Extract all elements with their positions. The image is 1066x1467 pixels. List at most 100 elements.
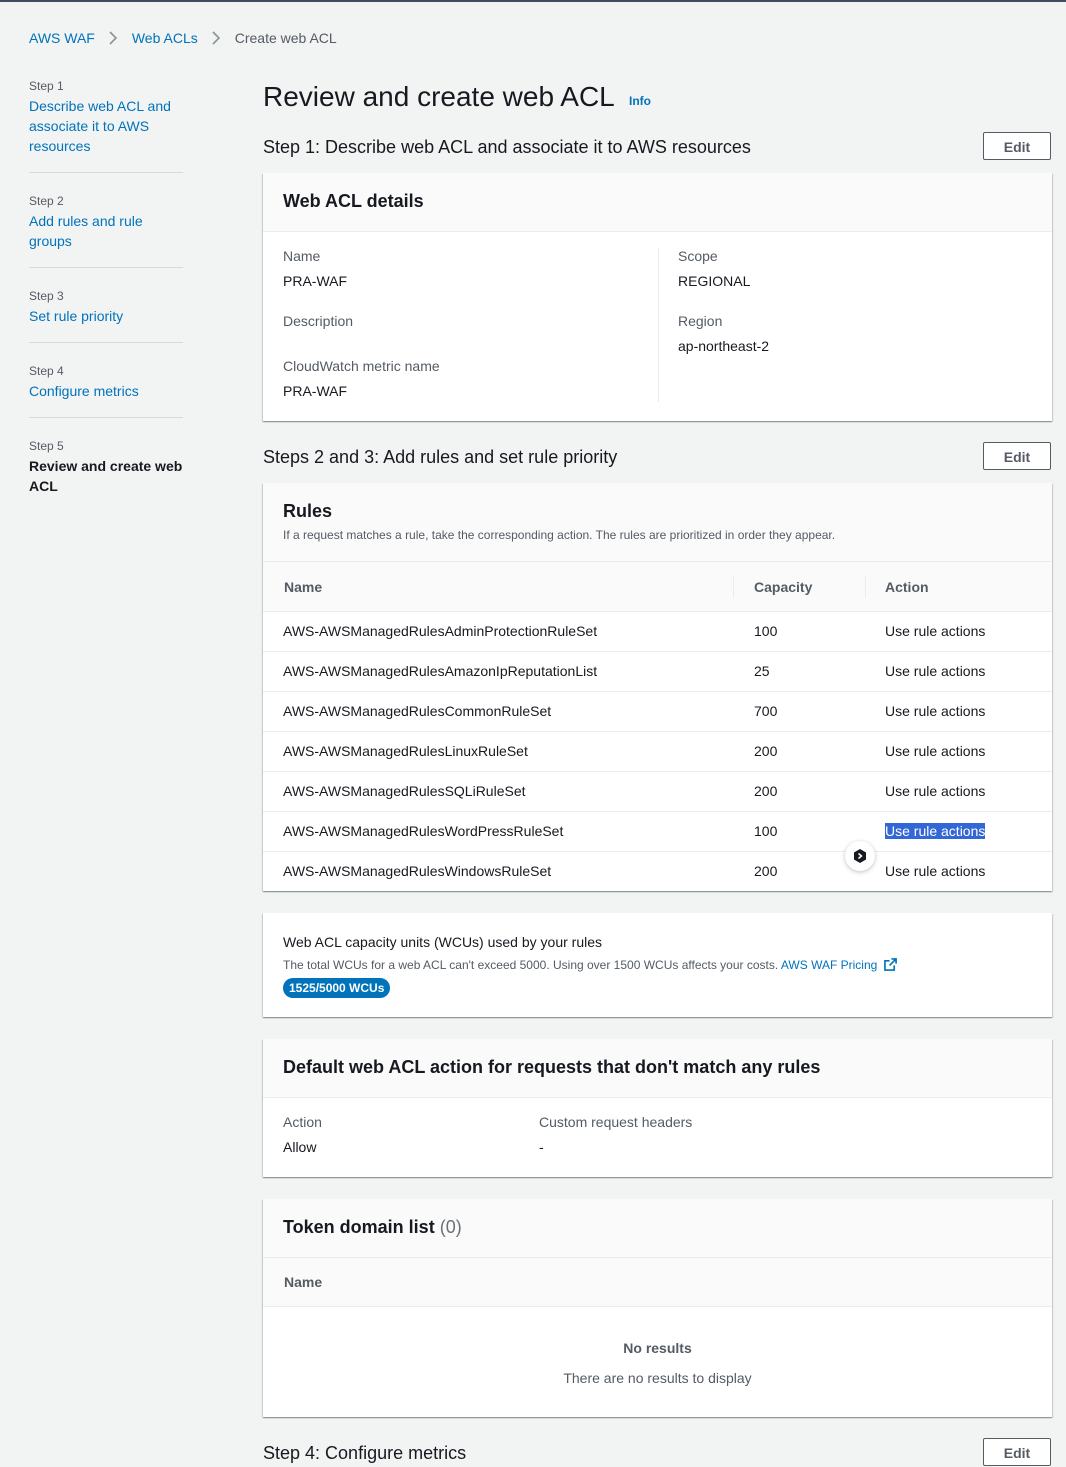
rule-action: Use rule actions	[885, 623, 986, 639]
pricing-link[interactable]: AWS WAF Pricing	[781, 958, 877, 972]
step-number: Step 5	[29, 439, 64, 453]
table-row: AWS-AWSManagedRulesWordPressRuleSet 100 …	[263, 811, 1052, 851]
column-divider	[658, 248, 659, 402]
column-header-name[interactable]: Name	[284, 1274, 322, 1290]
edit-step4-button[interactable]: Edit	[983, 1438, 1051, 1466]
region-value: ap-northeast-2	[678, 338, 770, 354]
headers-value: -	[539, 1139, 544, 1155]
rule-name: AWS-AWSManagedRulesAdminProtectionRuleSe…	[283, 623, 598, 639]
rule-action: Use rule actions	[885, 663, 986, 679]
rules-description: If a request matches a rule, take the co…	[283, 528, 836, 542]
table-row: AWS-AWSManagedRulesCommonRuleSet 700 Use…	[263, 691, 1052, 731]
column-divider	[865, 576, 866, 598]
rule-capacity: 200	[754, 863, 778, 879]
rule-action: Use rule actions	[885, 863, 986, 879]
chevron-right-icon	[103, 28, 125, 48]
step-link-describe[interactable]: Describe web ACL and associate it to AWS…	[29, 96, 183, 156]
wizard-step-3: Step 3 Set rule priority	[29, 288, 183, 326]
token-domain-count: (0)	[439, 1217, 462, 1237]
panel-title: Rules	[283, 501, 333, 521]
column-header-name[interactable]: Name	[284, 579, 322, 595]
breadcrumb-current: Create web ACL	[234, 30, 337, 46]
wcu-panel: Web ACL capacity units (WCUs) used by yo…	[263, 913, 1052, 1017]
step-link-add-rules[interactable]: Add rules and rule groups	[29, 211, 183, 251]
token-domain-panel: Token domain list (0) Name No results Th…	[263, 1199, 1052, 1417]
step-link-priority[interactable]: Set rule priority	[29, 306, 183, 326]
rule-capacity: 100	[754, 623, 778, 639]
wcu-description-line: The total WCUs for a web ACL can't excee…	[283, 958, 897, 972]
page-title: Review and create web ACL	[263, 81, 615, 112]
breadcrumb-aws-waf[interactable]: AWS WAF	[29, 30, 95, 46]
table-row: AWS-AWSManagedRulesWindowsRuleSet 200 Us…	[263, 851, 1052, 891]
headers-label: Custom request headers	[539, 1114, 693, 1130]
step4-heading: Step 4: Configure metrics	[263, 1443, 467, 1463]
wizard-step-4: Step 4 Configure metrics	[29, 363, 183, 401]
divider	[29, 172, 183, 173]
rule-capacity: 700	[754, 703, 778, 719]
table-header: Name Capacity Action	[263, 562, 1052, 611]
scope-label: Scope	[678, 248, 718, 264]
action-value: Allow	[283, 1139, 317, 1155]
rule-capacity: 200	[754, 743, 778, 759]
rule-action-selected: Use rule actions	[885, 823, 986, 839]
step-link-metrics[interactable]: Configure metrics	[29, 381, 183, 401]
web-acl-details-panel: Web ACL details Name PRA-WAF Description…	[263, 173, 1052, 421]
wcu-badge: 1525/5000 WCUs	[283, 978, 391, 998]
step-number: Step 2	[29, 194, 64, 208]
rules-section-heading: Steps 2 and 3: Add rules and set rule pr…	[263, 447, 618, 467]
wcu-title: Web ACL capacity units (WCUs) used by yo…	[283, 934, 603, 950]
wizard-steps-nav: Step 1 Describe web ACL and associate it…	[29, 78, 183, 496]
rule-action: Use rule actions	[885, 783, 986, 799]
panel-header: Rules If a request matches a rule, take …	[263, 483, 1052, 562]
rule-name: AWS-AWSManagedRulesLinuxRuleSet	[283, 743, 528, 759]
table-header: Name	[263, 1258, 1052, 1307]
step-current-review: Review and create web ACL	[29, 458, 183, 494]
panel-header: Web ACL details	[263, 173, 1052, 232]
info-link[interactable]: Info	[629, 94, 651, 108]
assistant-float-button[interactable]	[845, 841, 875, 871]
edit-step1-button[interactable]: Edit	[983, 132, 1051, 160]
step-number: Step 1	[29, 79, 64, 93]
wizard-step-1: Step 1 Describe web ACL and associate it…	[29, 78, 183, 156]
empty-title: No results	[623, 1340, 692, 1356]
breadcrumb-web-acls[interactable]: Web ACLs	[132, 30, 198, 46]
rules-panel: Rules If a request matches a rule, take …	[263, 483, 1052, 891]
panel-title: Web ACL details	[283, 191, 424, 211]
wizard-step-5: Step 5 Review and create web ACL	[29, 438, 183, 496]
rule-capacity: 25	[754, 663, 770, 679]
assistant-icon	[854, 849, 866, 863]
divider	[29, 342, 183, 343]
name-value: PRA-WAF	[283, 273, 348, 289]
metric-name-label: CloudWatch metric name	[283, 358, 440, 374]
divider	[29, 267, 183, 268]
region-label: Region	[678, 313, 723, 329]
panel-title: Default web ACL action for requests that…	[283, 1057, 821, 1077]
column-header-capacity[interactable]: Capacity	[754, 579, 812, 595]
rule-capacity: 100	[754, 823, 778, 839]
panel-title: Token domain list (0)	[283, 1217, 462, 1238]
divider	[29, 417, 183, 418]
table-row: AWS-AWSManagedRulesAmazonIpReputationLis…	[263, 651, 1052, 691]
rule-action: Use rule actions	[885, 703, 986, 719]
chevron-right-icon	[206, 28, 228, 48]
step1-heading: Step 1: Describe web ACL and associate i…	[263, 137, 751, 157]
rule-name: AWS-AWSManagedRulesCommonRuleSet	[283, 703, 552, 719]
wizard-step-2: Step 2 Add rules and rule groups	[29, 193, 183, 251]
column-header-action[interactable]: Action	[885, 579, 929, 595]
wcu-description: The total WCUs for a web ACL can't excee…	[283, 958, 779, 972]
rule-action: Use rule actions	[885, 743, 986, 759]
breadcrumb: AWS WAF Web ACLs Create web ACL	[29, 28, 337, 48]
metric-name-value: PRA-WAF	[283, 383, 348, 399]
default-action-panel: Default web ACL action for requests that…	[263, 1039, 1052, 1177]
rule-name: AWS-AWSManagedRulesWordPressRuleSet	[283, 823, 564, 839]
table-row: AWS-AWSManagedRulesLinuxRuleSet 200 Use …	[263, 731, 1052, 771]
description-label: Description	[283, 313, 354, 329]
scope-value: REGIONAL	[678, 273, 751, 289]
token-domain-title: Token domain list	[283, 1217, 435, 1237]
panel-header: Token domain list (0)	[263, 1199, 1052, 1258]
rule-name: AWS-AWSManagedRulesSQLiRuleSet	[283, 783, 526, 799]
table-row: AWS-AWSManagedRulesAdminProtectionRuleSe…	[263, 611, 1052, 651]
action-label: Action	[283, 1114, 322, 1130]
external-link-icon[interactable]	[883, 958, 897, 971]
edit-rules-button[interactable]: Edit	[983, 442, 1051, 470]
